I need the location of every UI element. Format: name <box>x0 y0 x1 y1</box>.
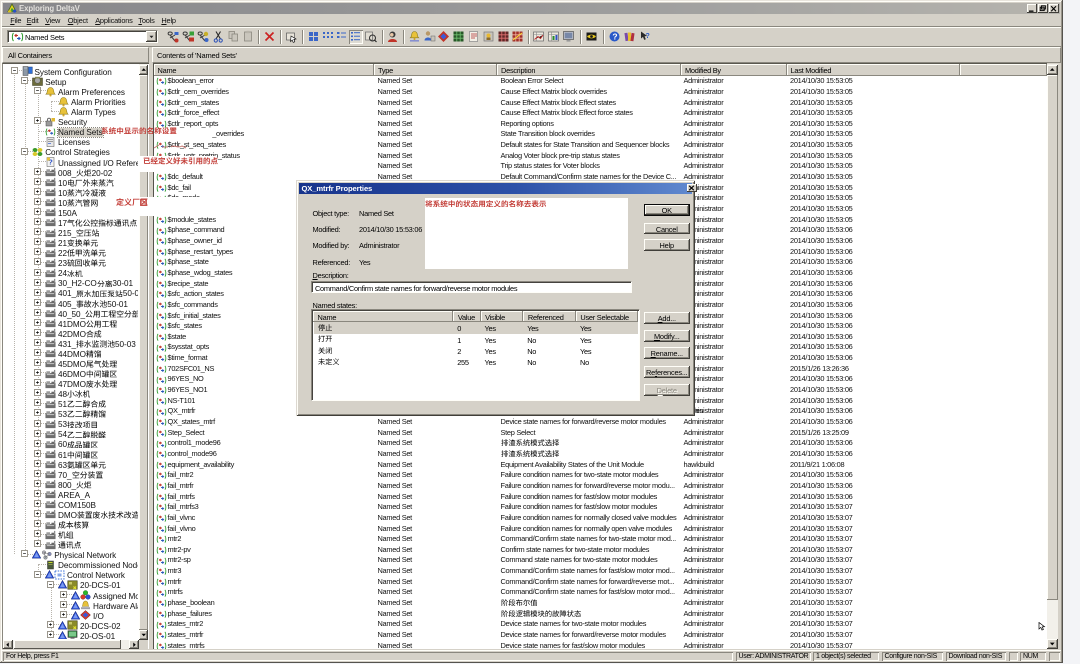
svg-text:?: ? <box>645 33 649 40</box>
svg-text:?: ? <box>612 31 617 41</box>
